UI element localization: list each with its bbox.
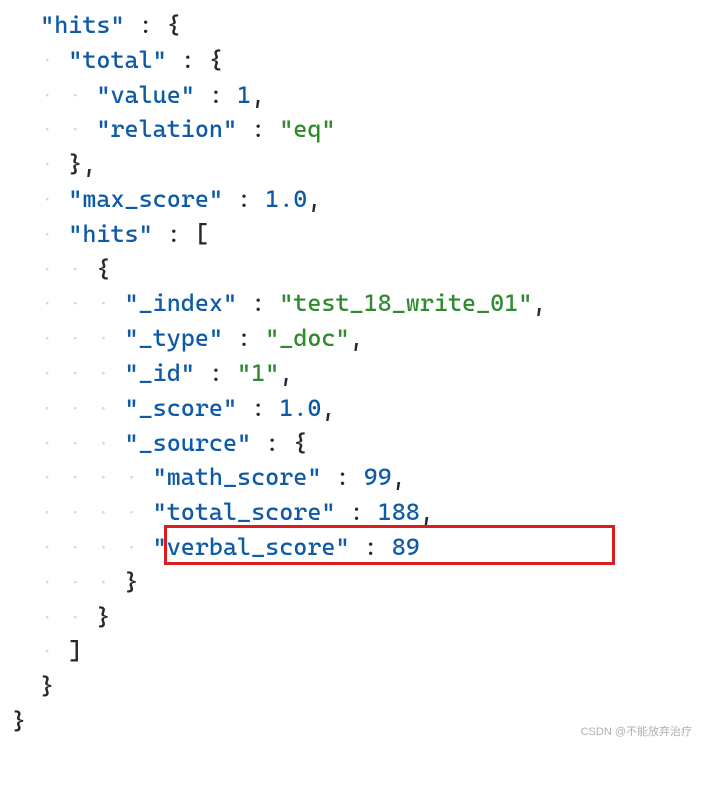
json-number: 1.0 (279, 394, 321, 422)
indent: · · · (12, 324, 125, 352)
punct: , (420, 498, 434, 526)
punct: } (125, 568, 139, 596)
code-line: · "hits" : [ (12, 217, 690, 252)
indent (12, 11, 40, 39)
indent: · · · (12, 394, 125, 422)
code-line: · · · · "math_score" : 99, (12, 460, 690, 495)
code-line: · · · "_type" : "_doc", (12, 321, 690, 356)
indent: · (12, 150, 68, 178)
punct: } (40, 672, 54, 700)
indent: · · (12, 603, 96, 631)
json-key: "max_score" (68, 185, 223, 213)
punct: , (307, 185, 321, 213)
indent: · · · (12, 568, 125, 596)
indent: · (12, 220, 68, 248)
json-key: "value" (96, 81, 194, 109)
code-line: · · { (12, 252, 690, 287)
indent (12, 672, 40, 700)
json-number: 1 (237, 81, 251, 109)
json-key: "_index" (125, 289, 238, 317)
code-line: · · · "_score" : 1.0, (12, 391, 690, 426)
indent: · · · · (12, 498, 153, 526)
json-code-block: "hits" : { · "total" : { · · "value" : 1… (12, 8, 690, 739)
punct: , (279, 359, 293, 387)
json-key: "_source" (125, 429, 252, 457)
json-key: "total" (68, 46, 166, 74)
watermark-text: CSDN @不能放弃治疗 (581, 725, 692, 741)
code-line: · "max_score" : 1.0, (12, 182, 690, 217)
punct: : { (167, 46, 223, 74)
punct: } (96, 603, 110, 631)
indent: · (12, 637, 68, 665)
json-number: 99 (364, 463, 392, 491)
indent: · · · · (12, 533, 153, 561)
json-key: "verbal_score" (153, 533, 350, 561)
json-key: "_id" (125, 359, 195, 387)
code-line: · · } (12, 600, 690, 635)
json-key: "total_score" (153, 498, 336, 526)
punct: : (223, 185, 265, 213)
code-line: · · · } (12, 565, 690, 600)
code-line: · · "relation" : "eq" (12, 112, 690, 147)
punct: { (96, 255, 110, 283)
json-string: "test_18_write_01" (279, 289, 532, 317)
punct: , (392, 463, 406, 491)
punct: : [ (153, 220, 209, 248)
punct: , (321, 394, 335, 422)
json-number: 89 (392, 533, 420, 561)
indent: · · (12, 255, 96, 283)
json-key: "math_score" (153, 463, 322, 491)
punct: : (335, 498, 377, 526)
punct: , (251, 81, 265, 109)
punct: , (532, 289, 546, 317)
punct: : { (251, 429, 307, 457)
code-line: · · · "_id" : "1", (12, 356, 690, 391)
punct: : (195, 81, 237, 109)
punct: } (12, 707, 26, 735)
json-string: "eq" (279, 115, 335, 143)
punct: : (237, 115, 279, 143)
punct: : { (125, 11, 181, 39)
punct: : (237, 289, 279, 317)
code-line: · · · · "verbal_score" : 89 (12, 530, 690, 565)
punct: , (350, 324, 364, 352)
punct: : (195, 359, 237, 387)
code-line: · }, (12, 147, 690, 182)
code-line: · · · "_source" : { (12, 426, 690, 461)
punct: : (237, 394, 279, 422)
punct: : (223, 324, 265, 352)
code-line-highlighted: · · · · "total_score" : 188, (12, 495, 690, 530)
json-string: "1" (237, 359, 279, 387)
indent: · (12, 46, 68, 74)
indent: · · · (12, 289, 125, 317)
code-line: · "total" : { (12, 43, 690, 78)
json-number: 1.0 (265, 185, 307, 213)
json-key: "_type" (125, 324, 223, 352)
code-line: · · "value" : 1, (12, 78, 690, 113)
punct: }, (68, 150, 96, 178)
indent: · · (12, 81, 96, 109)
json-string: "_doc" (265, 324, 349, 352)
indent: · · · · (12, 463, 153, 491)
indent: · · · (12, 429, 125, 457)
code-line: · ] (12, 634, 690, 669)
json-key: "hits" (68, 220, 152, 248)
json-key: "_score" (125, 394, 238, 422)
punct: : (350, 533, 392, 561)
code-line: · · · "_index" : "test_18_write_01", (12, 286, 690, 321)
indent: · · · (12, 359, 125, 387)
json-key: "hits" (40, 11, 124, 39)
json-key: "relation" (96, 115, 237, 143)
punct: ] (68, 637, 82, 665)
json-number: 188 (378, 498, 420, 526)
indent: · · (12, 115, 96, 143)
indent: · (12, 185, 68, 213)
punct: : (321, 463, 363, 491)
code-line: } (12, 669, 690, 704)
code-line: "hits" : { (12, 8, 690, 43)
